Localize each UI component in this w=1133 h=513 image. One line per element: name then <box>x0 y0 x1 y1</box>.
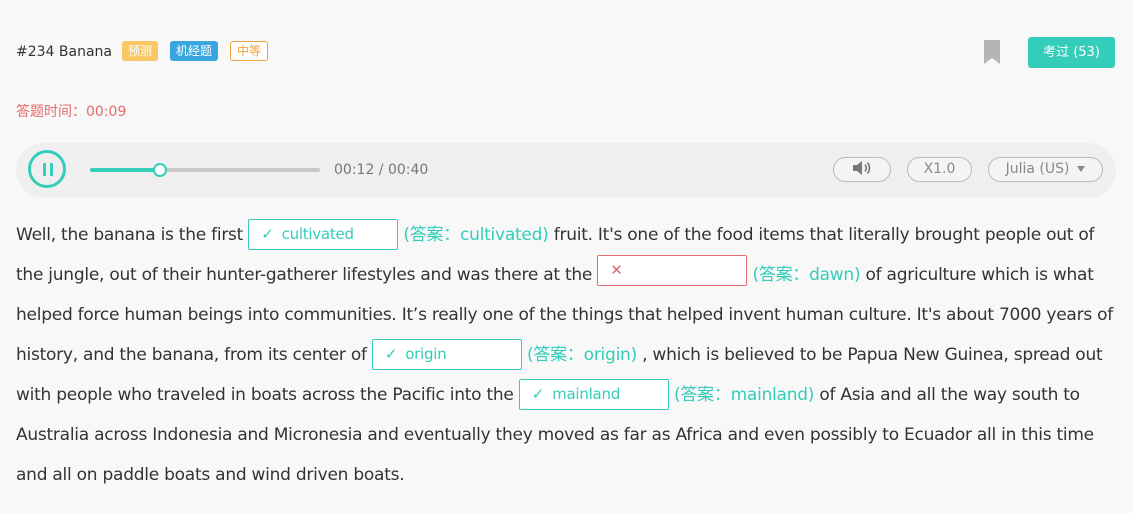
check-icon: ✓ <box>531 384 545 403</box>
volume-button[interactable] <box>833 157 891 182</box>
exam-count-button[interactable]: 考过 (53) <box>1028 37 1115 68</box>
tag-difficulty: 中等 <box>230 41 269 61</box>
tag-predict: 预测 <box>122 41 159 61</box>
question-title: #234 Banana <box>16 44 112 60</box>
answer-blank-2[interactable]: ✕ <box>597 254 748 286</box>
progress-slider[interactable] <box>90 163 320 177</box>
answer-timer: 答题时间：00:09 <box>16 101 126 121</box>
check-icon: ✓ <box>384 344 398 363</box>
timer-value: 00:09 <box>86 104 127 120</box>
cross-icon: ✕ <box>610 260 623 279</box>
question-header: #234 Banana 预测 机经题 中等 考过 (53) <box>16 37 1116 68</box>
bookmark-icon[interactable] <box>984 40 1000 64</box>
answer-blank-3[interactable]: ✓ origin <box>371 338 522 370</box>
blank-value: cultivated <box>281 224 354 243</box>
pause-icon <box>43 163 46 176</box>
voice-select[interactable]: Julia (US) <box>988 157 1103 182</box>
answer-blank-4[interactable]: ✓ mainland <box>518 378 669 410</box>
passage: Well, the banana is the first ✓ cultivate… <box>16 215 1121 495</box>
progress-fill <box>90 168 159 172</box>
tag-machine-question: 机经题 <box>170 41 219 61</box>
blank-value: origin <box>405 344 447 363</box>
time-display: 00:12 / 00:40 <box>334 162 429 178</box>
passage-text: Well, the banana is the first <box>16 225 244 245</box>
speaker-icon <box>853 161 871 175</box>
audio-player: 00:12 / 00:40 X1.0 Julia (US) <box>16 143 1116 198</box>
blank-value: mainland <box>552 384 620 403</box>
answer-blank-1[interactable]: ✓ cultivated <box>248 218 399 250</box>
progress-handle[interactable] <box>153 163 167 177</box>
voice-value: Julia (US) <box>1005 161 1070 177</box>
correct-answer-2: (答案：dawn) <box>752 265 861 285</box>
correct-answer-4: (答案：mainland) <box>673 385 815 405</box>
speed-button[interactable]: X1.0 <box>907 157 972 182</box>
caret-down-icon <box>1077 166 1086 172</box>
correct-answer-1: (答案：cultivated) <box>403 225 549 245</box>
pause-button[interactable] <box>28 150 66 188</box>
check-icon: ✓ <box>261 224 274 243</box>
timer-label: 答题时间： <box>16 104 86 120</box>
correct-answer-3: (答案：origin) <box>527 345 637 365</box>
